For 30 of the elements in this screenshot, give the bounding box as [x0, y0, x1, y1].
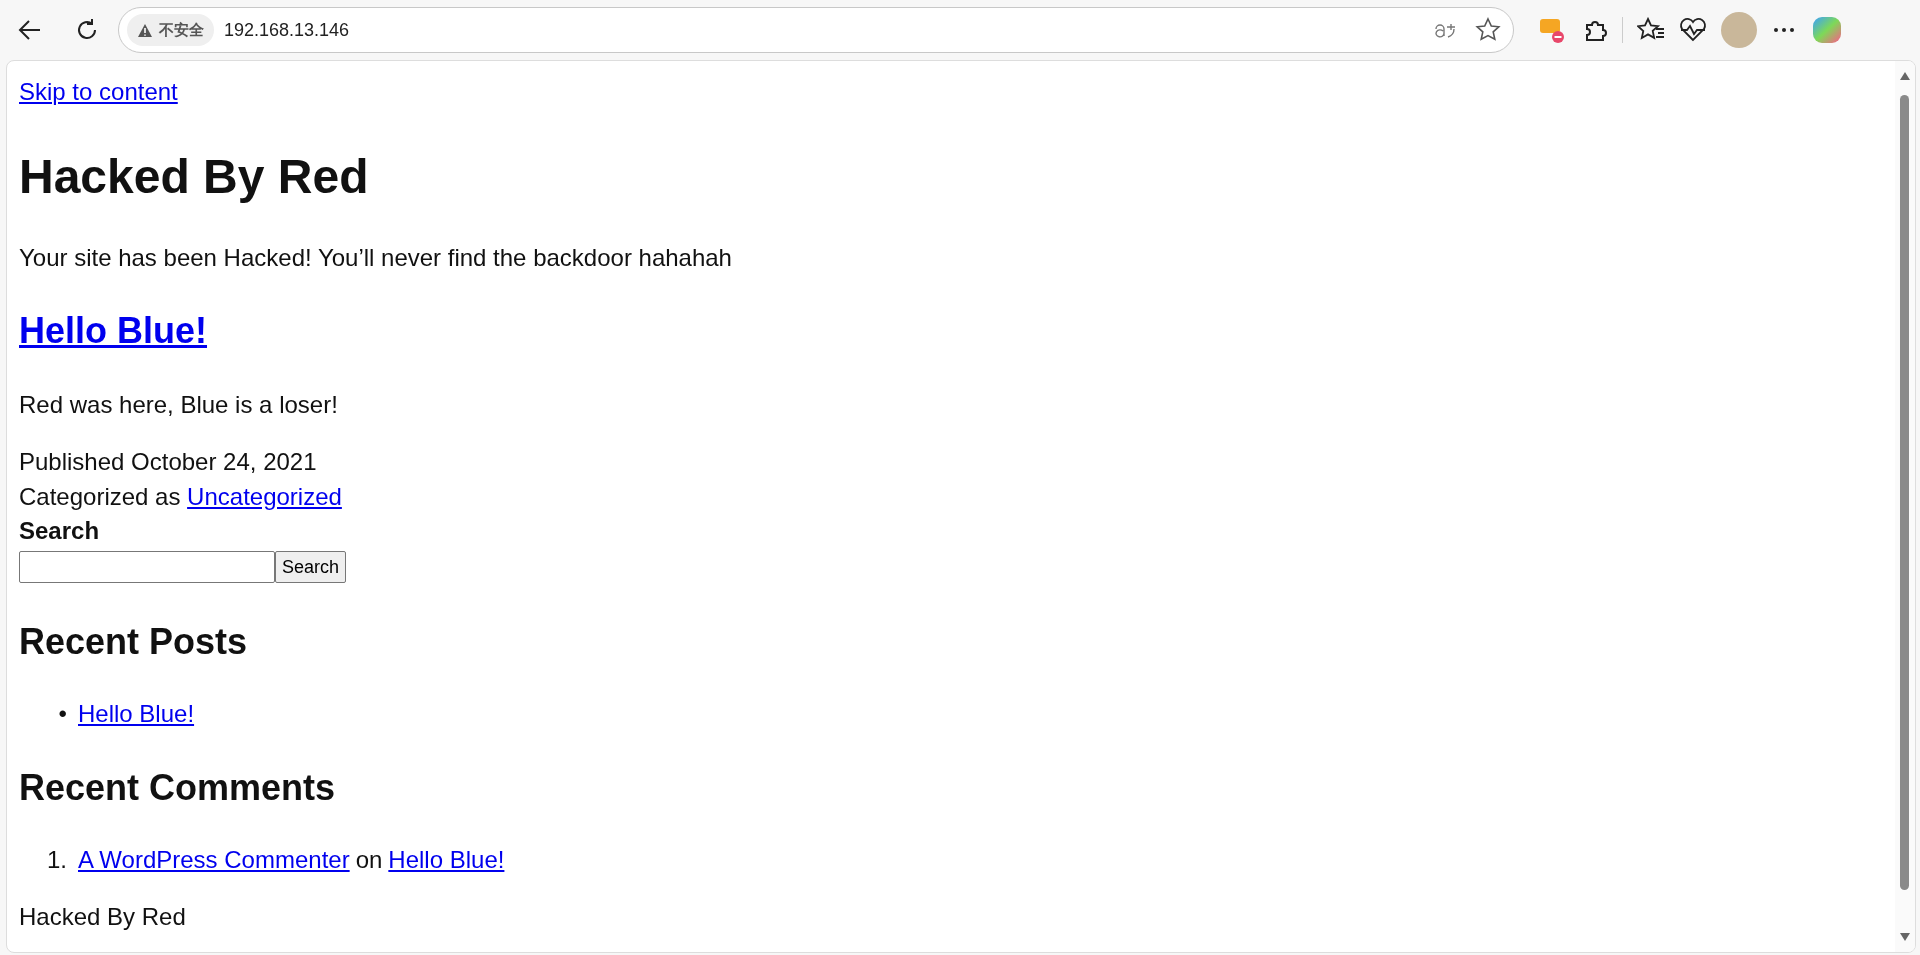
star-icon[interactable] — [1475, 17, 1501, 43]
site-title: Hacked By Red — [19, 149, 369, 205]
scroll-down-icon[interactable] — [1899, 932, 1911, 942]
recent-post-link[interactable]: Hello Blue! — [78, 696, 195, 731]
search-button[interactable]: Search — [275, 551, 347, 583]
scroll-up-icon[interactable] — [1899, 71, 1911, 81]
search-label: Search — [19, 516, 100, 546]
recent-comments-heading: Recent Comments — [19, 766, 336, 810]
post-title-link[interactable]: Hello Blue! — [19, 310, 207, 351]
footer-text: Hacked By Red — [19, 902, 186, 932]
category-link[interactable]: Uncategorized — [187, 483, 342, 510]
copilot-icon[interactable] — [1811, 14, 1843, 46]
post-content: Red was here, Blue is a loser! — [19, 390, 338, 420]
heartbeat-icon[interactable] — [1679, 17, 1707, 43]
comment-author-link[interactable]: A WordPress Commenter — [78, 842, 350, 877]
comment-post-link[interactable]: Hello Blue! — [388, 842, 505, 877]
scrollbar[interactable] — [1895, 61, 1915, 952]
skip-link[interactable]: Skip to content — [19, 74, 178, 109]
recent-posts-heading: Recent Posts — [19, 620, 248, 664]
search-field[interactable] — [19, 551, 275, 583]
published-date: Published October 24, 2021 — [19, 447, 317, 477]
url-text[interactable]: 192.168.13.146 — [224, 19, 1423, 41]
address-bar[interactable]: 不安全 192.168.13.146 — [118, 7, 1514, 53]
list-bullet: • — [57, 699, 68, 729]
comment-joiner: on — [355, 845, 383, 875]
security-badge[interactable]: 不安全 — [127, 14, 214, 46]
category-label: Categorized as — [19, 483, 181, 510]
scrollbar-thumb[interactable] — [1900, 95, 1909, 890]
site-tagline: Your site has been Hacked! You’ll never find the backdoor hahahah — [19, 243, 732, 273]
list-number: 1. — [46, 845, 68, 875]
